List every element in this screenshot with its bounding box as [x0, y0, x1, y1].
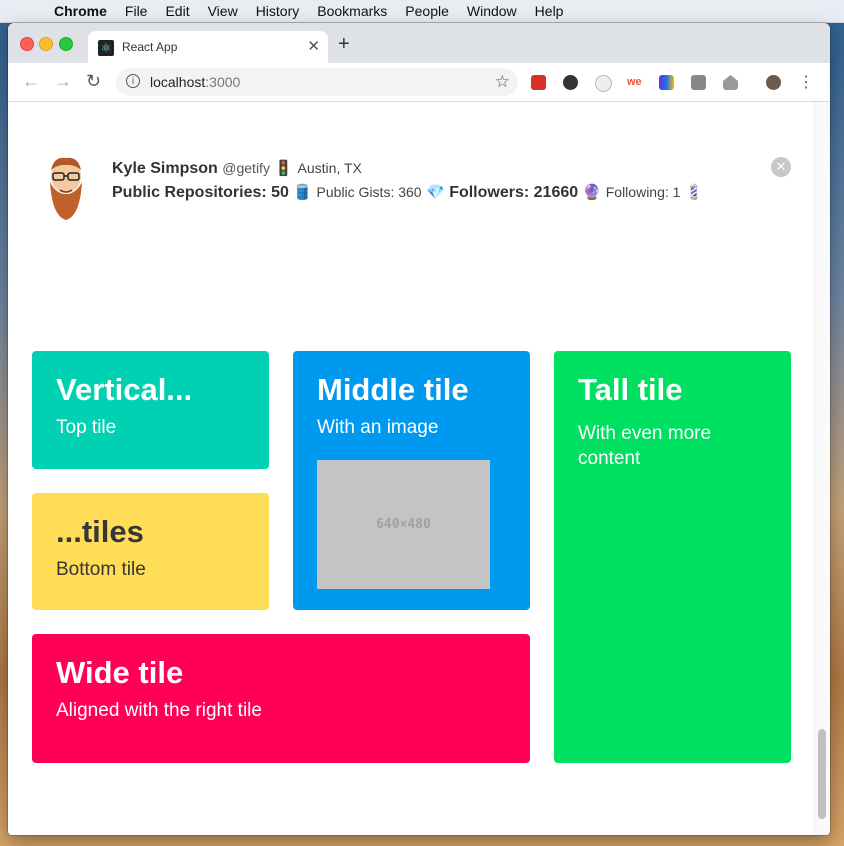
- tile-title: Tall tile: [578, 372, 683, 407]
- macos-menu-bar: Chrome File Edit View History Bookmarks …: [0, 0, 844, 23]
- tile-vertical-top: Vertical... Top tile: [32, 351, 269, 469]
- tab-title: React App: [122, 40, 178, 54]
- menu-kebab-icon[interactable]: ⋮: [798, 72, 814, 92]
- barber-pole-icon: 💈: [684, 184, 704, 201]
- menu-bookmarks[interactable]: Bookmarks: [317, 3, 387, 19]
- tile-title: ...tiles: [56, 514, 144, 549]
- menu-people[interactable]: People: [405, 3, 449, 19]
- profile-name: Kyle Simpson: [112, 160, 218, 177]
- tile-wide: Wide tile Aligned with the right tile: [32, 634, 530, 763]
- menu-file[interactable]: File: [125, 3, 148, 19]
- menu-window[interactable]: Window: [467, 3, 517, 19]
- tab-react-app[interactable]: ⚛ React App ✕: [88, 31, 328, 63]
- tile-title: Vertical...: [56, 372, 193, 407]
- tile-vertical-bottom: ...tiles Bottom tile: [32, 493, 269, 610]
- browser-window: ⚛ React App ✕ + ← → ↻ i localhost:3000 ☆…: [8, 23, 830, 835]
- tile-subtitle: Bottom tile: [56, 559, 146, 580]
- menu-view[interactable]: View: [208, 3, 238, 19]
- tile-subtitle: With even more content: [578, 423, 712, 469]
- tile-subtitle: Top tile: [56, 417, 117, 438]
- extension-6-icon[interactable]: [691, 75, 706, 90]
- crystal-ball-icon: 🔮: [582, 184, 602, 201]
- forward-arrow-icon[interactable]: →: [54, 71, 72, 92]
- reload-icon[interactable]: ↻: [86, 71, 101, 92]
- followers-count: Followers: 21660: [449, 184, 579, 201]
- extension-4-icon[interactable]: we: [627, 75, 642, 90]
- window-close-button[interactable]: [20, 37, 34, 51]
- avatar: [50, 157, 82, 220]
- placeholder-image: 640×480: [317, 460, 490, 589]
- tile-subtitle: Aligned with the right tile: [56, 700, 262, 721]
- vertical-scrollbar-track[interactable]: [814, 102, 830, 835]
- tile-title: Middle tile: [317, 372, 469, 407]
- menu-edit[interactable]: Edit: [165, 3, 189, 19]
- address-bar[interactable]: i localhost:3000 ☆: [116, 68, 518, 96]
- oil-drum-icon: 🛢️: [293, 184, 313, 201]
- react-favicon-icon: ⚛: [98, 40, 114, 56]
- profile-row-1: Kyle Simpson @getify 🚦 Austin, TX: [112, 159, 362, 178]
- vertical-scrollbar-thumb[interactable]: [818, 729, 826, 819]
- gem-icon: 💎: [426, 184, 445, 201]
- tile-title: Wide tile: [56, 655, 184, 690]
- placeholder-image-label: 640×480: [376, 517, 431, 532]
- menu-help[interactable]: Help: [535, 3, 564, 19]
- page-content: Kyle Simpson @getify 🚦 Austin, TX Public…: [8, 102, 814, 835]
- window-minimize-button[interactable]: [39, 37, 53, 51]
- extension-5-icon[interactable]: [659, 75, 674, 90]
- extensions-puzzle-icon[interactable]: [723, 75, 738, 90]
- dismiss-close-icon[interactable]: ✕: [771, 157, 791, 177]
- bookmark-star-icon[interactable]: ☆: [495, 72, 510, 92]
- extension-1-icon[interactable]: [531, 75, 546, 90]
- github-profile-card: Kyle Simpson @getify 🚦 Austin, TX Public…: [8, 102, 814, 242]
- tile-middle: Middle tile With an image 640×480: [293, 351, 530, 610]
- site-info-icon[interactable]: i: [126, 74, 140, 88]
- extension-2-icon[interactable]: [563, 75, 578, 90]
- tile-subtitle: With an image: [317, 417, 439, 438]
- menu-app-name[interactable]: Chrome: [54, 3, 107, 19]
- public-gists: Public Gists: 360: [316, 184, 422, 200]
- profile-handle: @getify: [222, 160, 270, 176]
- window-maximize-button[interactable]: [59, 37, 73, 51]
- url-text[interactable]: localhost:3000: [150, 74, 240, 90]
- browser-toolbar: ← → ↻ i localhost:3000 ☆ we ⋮: [8, 63, 830, 102]
- back-arrow-icon[interactable]: ←: [22, 71, 40, 92]
- public-repositories: Public Repositories: 50: [112, 184, 289, 201]
- new-tab-button[interactable]: +: [338, 33, 350, 56]
- tab-close-icon[interactable]: ✕: [307, 37, 320, 55]
- traffic-light-icon: 🚦: [274, 160, 294, 177]
- menu-history[interactable]: History: [256, 3, 300, 19]
- profile-location: Austin, TX: [297, 160, 362, 176]
- profile-row-2: Public Repositories: 50 🛢️ Public Gists:…: [112, 183, 704, 202]
- tab-strip: ⚛ React App ✕ +: [8, 23, 830, 63]
- following-count: Following: 1: [605, 184, 681, 200]
- tile-tall: Tall tile With even more content: [554, 351, 791, 763]
- extension-3-icon[interactable]: [595, 75, 612, 92]
- profile-avatar-icon[interactable]: [766, 75, 781, 90]
